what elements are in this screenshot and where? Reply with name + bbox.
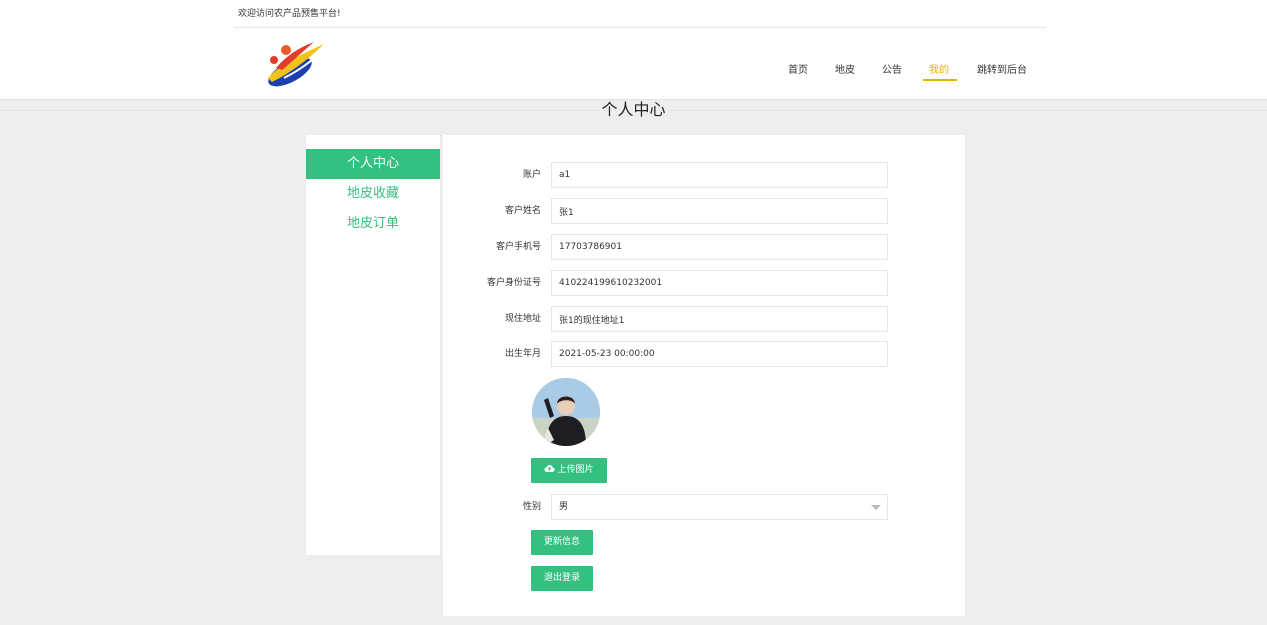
form-row-account: 账户 <box>443 162 965 188</box>
main-nav: 首页 地皮 公告 我的 跳转到后台 <box>0 61 1267 83</box>
address-label: 现住地址 <box>504 314 541 324</box>
update-info-button[interactable]: 更新信息 <box>531 530 593 555</box>
nav-notice[interactable]: 公告 <box>882 61 902 76</box>
gender-select[interactable]: 男 <box>551 494 888 520</box>
upload-image-label: 上传图片 <box>557 465 594 475</box>
form-row-name: 客户姓名 <box>443 198 965 224</box>
welcome-text: 欢迎访问农产品预售平台! <box>238 9 341 19</box>
form-row-birthdate: 出生年月 <box>443 341 965 367</box>
nav-land[interactable]: 地皮 <box>835 61 855 76</box>
sidebar-item-profile[interactable]: 个人中心 <box>306 149 440 179</box>
header-divider <box>234 27 1046 28</box>
phone-input[interactable] <box>551 234 888 260</box>
upload-image-button[interactable]: 上传图片 <box>531 458 607 483</box>
name-label: 客户姓名 <box>504 206 541 216</box>
account-label: 账户 <box>522 170 541 180</box>
avatar-photo <box>532 378 600 446</box>
logout-button[interactable]: 退出登录 <box>531 566 593 591</box>
cloud-upload-icon <box>544 465 555 472</box>
avatar <box>532 378 600 446</box>
form-row-id-number: 客户身份证号 <box>443 270 965 296</box>
form-row-phone: 客户手机号 <box>443 234 965 260</box>
id-number-label: 客户身份证号 <box>486 278 541 288</box>
chevron-down-icon <box>871 505 881 510</box>
phone-label: 客户手机号 <box>495 242 541 252</box>
nav-home[interactable]: 首页 <box>788 61 808 76</box>
sidebar-item-orders[interactable]: 地皮订单 <box>306 209 440 239</box>
address-input[interactable] <box>551 306 888 332</box>
account-input[interactable] <box>551 162 888 188</box>
name-input[interactable] <box>551 198 888 224</box>
nav-mine[interactable]: 我的 <box>929 61 949 76</box>
nav-active-indicator <box>923 79 957 81</box>
page-title: 个人中心 <box>599 100 668 119</box>
gender-value: 男 <box>559 502 569 512</box>
gender-label: 性别 <box>522 502 541 512</box>
form-row-address: 现住地址 <box>443 306 965 332</box>
form-row-gender: 性别 男 <box>443 494 965 520</box>
profile-form: 账户 客户姓名 客户手机号 客户身份证号 现住地址 出生年月 <box>443 135 965 616</box>
site-header: 欢迎访问农产品预售平台! 首页 地皮 公告 我的 跳转到后台 <box>0 0 1267 100</box>
nav-admin[interactable]: 跳转到后台 <box>977 61 1027 76</box>
birthdate-input[interactable] <box>551 341 888 367</box>
id-number-input[interactable] <box>551 270 888 296</box>
sidebar: 个人中心 地皮收藏 地皮订单 <box>306 135 441 555</box>
sidebar-item-favorites[interactable]: 地皮收藏 <box>306 179 440 209</box>
birthdate-label: 出生年月 <box>504 349 541 359</box>
